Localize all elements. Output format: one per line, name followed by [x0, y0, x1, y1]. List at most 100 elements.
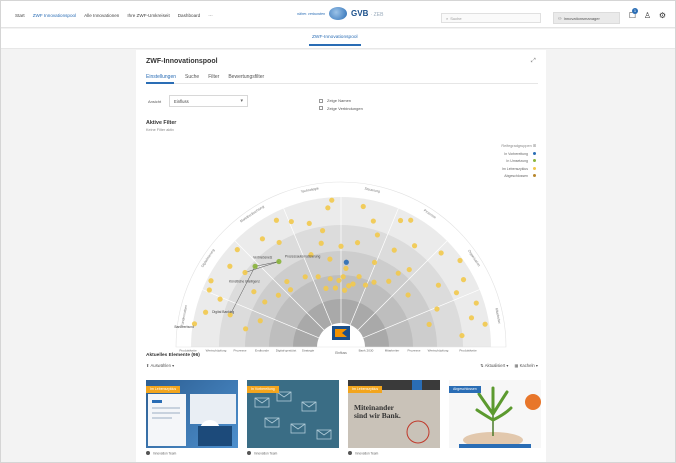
- radar-point[interactable]: [243, 326, 249, 332]
- element-tile[interactable]: Im Lebenszyklus Innovation Team: [146, 380, 238, 457]
- element-tile[interactable]: In Vorbereitung Innovation Team: [247, 380, 339, 457]
- tile-footer: Innovation Team: [247, 448, 339, 457]
- radar-point[interactable]: [262, 299, 268, 305]
- select-action[interactable]: ⬆ Auswählen ▾: [146, 363, 174, 368]
- element-tile[interactable]: Im Lebenszyklus Miteinander sind wir Ban…: [348, 380, 440, 457]
- radar-point[interactable]: [343, 259, 349, 265]
- radar-point[interactable]: [426, 321, 432, 327]
- radar-point[interactable]: [276, 239, 282, 246]
- tab-bewertungsfilter[interactable]: Bewertungsfilter: [228, 74, 264, 80]
- radar-point[interactable]: [411, 243, 418, 249]
- radar-point[interactable]: [370, 218, 376, 224]
- avatar: [348, 451, 352, 455]
- option-show-names[interactable]: Zeige Namen: [319, 97, 363, 105]
- radar-point[interactable]: [276, 258, 282, 265]
- select-action-label: Auswählen: [150, 363, 171, 368]
- settings-icon[interactable]: ⊞: [533, 144, 536, 148]
- radar-point[interactable]: [397, 217, 404, 224]
- radar-point[interactable]: [242, 269, 248, 276]
- radar-point[interactable]: [434, 306, 440, 312]
- radar-point[interactable]: [327, 256, 333, 262]
- radar-point[interactable]: [323, 285, 329, 292]
- radar-point[interactable]: [329, 197, 335, 203]
- radar-point[interactable]: [386, 278, 392, 284]
- radar-point[interactable]: [438, 250, 444, 256]
- radar-point[interactable]: [371, 259, 378, 265]
- radar-point[interactable]: [227, 263, 233, 269]
- radar-point[interactable]: [343, 265, 349, 271]
- radar-point[interactable]: [354, 240, 361, 246]
- view-select[interactable]: Einfluss ▾: [169, 95, 248, 107]
- radar-point[interactable]: [346, 283, 352, 289]
- profile-icon[interactable]: ♙: [643, 11, 652, 20]
- radar-point[interactable]: [318, 240, 324, 246]
- view-dropdown[interactable]: ▦ Kacheln ▾: [514, 363, 538, 368]
- radar-point[interactable]: [453, 290, 460, 296]
- radar-point[interactable]: [435, 282, 442, 288]
- radar-point[interactable]: [391, 247, 397, 253]
- radar-point[interactable]: [405, 292, 411, 298]
- sort-dropdown[interactable]: ⇅ Aktualisiert ▾: [480, 363, 508, 368]
- radar-point[interactable]: [202, 309, 209, 315]
- element-tile[interactable]: Abgeschlossen: [449, 380, 541, 457]
- radar-baseline-label: Mitarbeiter: [385, 349, 400, 353]
- search-input[interactable]: ⌕ Suche: [441, 13, 541, 23]
- nav-item-more[interactable]: ···: [208, 13, 213, 18]
- radar-point[interactable]: [356, 273, 362, 280]
- user-menu-button[interactable]: ⚇ Innovationsmanager: [553, 12, 620, 24]
- radar-point[interactable]: [273, 217, 280, 223]
- radar-point[interactable]: [336, 277, 342, 284]
- radar-point[interactable]: [338, 243, 344, 249]
- radar-point[interactable]: [459, 332, 465, 339]
- radar-point[interactable]: [371, 279, 377, 285]
- radar-point[interactable]: [252, 263, 258, 269]
- radar-point[interactable]: [341, 287, 348, 293]
- radar-point[interactable]: [251, 289, 257, 295]
- radar-point[interactable]: [374, 232, 381, 238]
- gear-icon[interactable]: ⚙: [658, 11, 667, 20]
- radar-point[interactable]: [287, 287, 294, 293]
- nav-item-start[interactable]: Start: [15, 13, 25, 18]
- innovation-radar[interactable]: KundennutzenDigitalisierungMarktbeobacht…: [136, 150, 546, 355]
- tab-innovationspool[interactable]: ZWF-Innovationspool: [309, 35, 361, 46]
- nav-item-dashboard[interactable]: Dashboard: [178, 13, 200, 18]
- radar-point[interactable]: [362, 282, 369, 288]
- radar-point[interactable]: [406, 266, 412, 273]
- tab-filter[interactable]: Filter: [208, 74, 219, 80]
- nav-item-innovationspool[interactable]: ZWF Innovationspool: [33, 13, 76, 18]
- option-show-links[interactable]: Zeige Verbindungen: [319, 105, 363, 113]
- radar-point[interactable]: [457, 257, 463, 264]
- nav-item-umkreis[interactable]: Ihre ZWF-Umkreiseit: [127, 13, 169, 18]
- radar-point[interactable]: [302, 274, 308, 280]
- radar-point[interactable]: [319, 228, 326, 234]
- tab-suche[interactable]: Suche: [185, 74, 199, 80]
- radar-point[interactable]: [468, 315, 475, 321]
- radar-point[interactable]: [284, 278, 290, 285]
- radar-point[interactable]: [306, 220, 312, 227]
- notification-icon[interactable]: ☐ 1: [628, 8, 638, 20]
- radar-point[interactable]: [206, 287, 212, 293]
- radar-point[interactable]: [332, 285, 339, 291]
- radar-point[interactable]: [208, 278, 214, 284]
- radar-point[interactable]: [257, 318, 263, 324]
- tile-tag: In Vorbereitung: [247, 386, 279, 393]
- radar-point[interactable]: [473, 300, 479, 306]
- radar-point[interactable]: [408, 217, 414, 223]
- radar-point[interactable]: [275, 292, 282, 298]
- radar-point[interactable]: [340, 274, 346, 280]
- radar-point[interactable]: [288, 218, 294, 225]
- radar-point[interactable]: [460, 277, 467, 283]
- brand-logo[interactable]: näher. verbunden GVB · ZEB: [297, 7, 383, 20]
- radar-point[interactable]: [315, 274, 321, 280]
- radar-point[interactable]: [482, 321, 488, 327]
- radar-point[interactable]: [327, 276, 333, 282]
- nav-item-alle-innovationen[interactable]: Alle Innovationen: [84, 13, 119, 18]
- radar-point[interactable]: [217, 296, 223, 302]
- radar-point[interactable]: [325, 205, 331, 211]
- radar-point[interactable]: [395, 270, 401, 276]
- expand-icon[interactable]: ⤢: [531, 58, 536, 65]
- radar-point[interactable]: [259, 236, 266, 242]
- radar-point[interactable]: [234, 247, 240, 253]
- tab-einstellungen[interactable]: Einstellungen: [146, 74, 176, 80]
- radar-point[interactable]: [360, 203, 366, 210]
